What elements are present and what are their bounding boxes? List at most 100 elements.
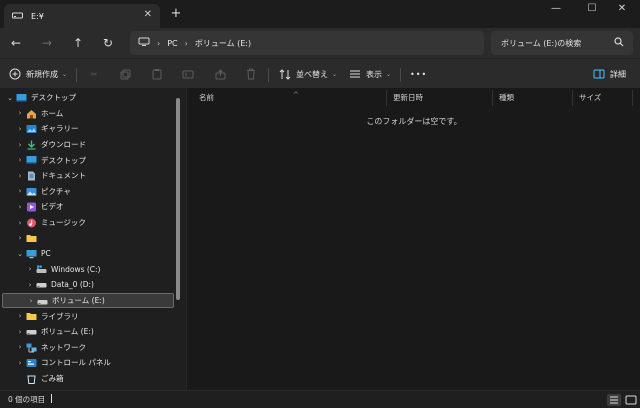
arrow-right-icon: →	[41, 36, 53, 50]
delete-button[interactable]	[244, 65, 262, 83]
sidebar-item[interactable]: ごみ箱	[2, 371, 174, 387]
details-view-button[interactable]	[607, 394, 621, 406]
sidebar-item[interactable]: › ビデオ	[2, 199, 174, 215]
view-button[interactable]: 表示 ⌄	[348, 65, 391, 83]
sidebar-item[interactable]: › ミュージック	[2, 215, 174, 231]
sidebar-item[interactable]: ⌄ デスクトップ	[2, 90, 174, 106]
sidebar-item[interactable]: › Windows (C:)	[2, 262, 174, 278]
chevron-down-icon[interactable]: ⌄	[6, 94, 14, 102]
scissors-icon: ✂	[90, 69, 98, 79]
column-header-type[interactable]: 種類	[493, 90, 573, 106]
refresh-icon: ↻	[102, 36, 114, 50]
share-button[interactable]	[213, 65, 231, 83]
chevron-right-icon[interactable]: ›	[16, 141, 24, 149]
forward-button[interactable]: →	[37, 34, 57, 52]
chevron-right-icon[interactable]: ›	[16, 109, 24, 117]
tab-close-button[interactable]: ✕	[144, 9, 152, 20]
chevron-right-icon[interactable]: ›	[27, 297, 35, 305]
minimize-button[interactable]: —	[538, 0, 574, 20]
search-icon	[614, 37, 624, 49]
large-icons-view-button[interactable]	[624, 394, 638, 406]
sidebar-item[interactable]: › ボリューム (E:)	[2, 324, 174, 340]
sort-icon	[278, 67, 292, 81]
sidebar-item-label: PC	[41, 249, 51, 259]
tab-current[interactable]: E:¥ ✕	[4, 4, 160, 28]
chevron-right-icon[interactable]: ›	[16, 328, 24, 336]
copy-button[interactable]	[118, 65, 136, 83]
more-options-button[interactable]: •••	[410, 65, 427, 83]
breadcrumb-pc[interactable]: PC	[167, 39, 177, 48]
sidebar-item[interactable]: › ドキュメント	[2, 168, 174, 184]
rename-button[interactable]	[181, 65, 199, 83]
chevron-right-icon[interactable]: ›	[16, 343, 24, 351]
breadcrumb-volume-e[interactable]: ボリューム (E:)	[195, 38, 251, 49]
sidebar-item[interactable]: ›	[2, 230, 174, 246]
folder-icon	[26, 311, 37, 321]
chevron-right-icon[interactable]: ›	[26, 265, 34, 273]
new-button[interactable]: 新規作成 ⌄	[8, 65, 67, 83]
sidebar-item-label: Windows (C:)	[51, 264, 101, 274]
sidebar-item[interactable]: › デスクトップ	[2, 152, 174, 168]
chevron-right-icon[interactable]: ›	[16, 172, 24, 180]
download-icon	[26, 140, 37, 150]
chevron-right-icon[interactable]: ›	[16, 219, 24, 227]
sidebar-item[interactable]: › ホーム	[2, 106, 174, 122]
sidebar-item-label: ドキュメント	[41, 171, 86, 181]
recycle-bin-icon	[26, 374, 37, 384]
monitor-icon	[138, 37, 150, 49]
cut-button[interactable]: ✂	[87, 65, 105, 83]
chevron-right-icon[interactable]: ›	[16, 203, 24, 211]
rename-icon	[181, 67, 195, 81]
sidebar-item[interactable]: › ライブラリ	[2, 308, 174, 324]
column-header-size[interactable]: サイズ	[573, 90, 633, 106]
share-icon	[213, 67, 227, 81]
up-button[interactable]: ↑	[68, 34, 88, 52]
column-header-modified[interactable]: 更新日時	[387, 90, 493, 106]
chevron-right-icon[interactable]: ›	[16, 156, 24, 164]
sidebar-item[interactable]: › ピクチャ	[2, 184, 174, 200]
details-button[interactable]: 詳細	[592, 65, 626, 83]
sidebar-item-label: ホーム	[41, 108, 64, 118]
sidebar-item[interactable]: › ネットワーク	[2, 340, 174, 356]
sidebar-item[interactable]: ⌄ PC	[2, 246, 174, 262]
sidebar-item[interactable]: › ボリューム (E:)	[2, 292, 174, 309]
navigation-bar: ← → ↑ ↻ › PC › ボリューム (E:) ボリューム (E:)の検索	[0, 28, 640, 58]
sort-button[interactable]: 並べ替え ⌄	[278, 65, 337, 83]
clipboard-icon	[150, 67, 164, 81]
sidebar-item[interactable]: › ダウンロード	[2, 137, 174, 153]
chevron-right-icon: ›	[184, 38, 188, 48]
chevron-down-icon: ⌄	[332, 70, 338, 78]
text-cursor	[51, 394, 53, 403]
chevron-right-icon[interactable]: ›	[16, 359, 24, 367]
drive-icon	[12, 11, 23, 22]
windows-drive-icon	[36, 265, 47, 275]
sidebar-item[interactable]: › ギャラリー	[2, 121, 174, 137]
search-input[interactable]: ボリューム (E:)の検索	[491, 31, 633, 55]
chevron-down-icon: ⌄	[62, 70, 68, 78]
address-bar[interactable]: › PC › ボリューム (E:)	[130, 31, 484, 55]
chevron-right-icon[interactable]: ›	[26, 281, 34, 289]
back-button[interactable]: ←	[6, 34, 26, 52]
column-header-name[interactable]: 名前 ^	[193, 90, 387, 106]
paste-button[interactable]	[150, 65, 168, 83]
new-label: 新規作成	[26, 69, 58, 79]
sidebar-item-label: ボリューム (E:)	[52, 296, 105, 306]
details-view-icon	[607, 396, 621, 408]
chevron-right-icon[interactable]: ›	[16, 234, 24, 242]
pc-icon	[26, 249, 37, 259]
sidebar-item-label: ミュージック	[41, 218, 86, 228]
sidebar-item[interactable]: › コントロール パネル	[2, 355, 174, 371]
close-window-button[interactable]: ✕	[604, 0, 640, 20]
chevron-right-icon[interactable]: ›	[16, 312, 24, 320]
title-bar: E:¥ ✕ + — ☐ ✕	[0, 0, 640, 28]
tab-title: E:¥	[31, 11, 44, 21]
chevron-down-icon[interactable]: ⌄	[16, 250, 24, 258]
details-label: 詳細	[610, 69, 626, 79]
new-tab-button[interactable]: +	[168, 6, 184, 21]
chevron-right-icon[interactable]: ›	[16, 125, 24, 133]
navigation-pane: ⌄ デスクトップ › ホーム › ギャラリー › ダウンロード › デスクトップ › ドキュメント › ピ…	[0, 88, 186, 390]
sidebar-item[interactable]: › Data_0 (D:)	[2, 277, 174, 293]
sidebar-scrollbar[interactable]	[176, 98, 180, 300]
refresh-button[interactable]: ↻	[98, 34, 118, 52]
chevron-right-icon[interactable]: ›	[16, 187, 24, 195]
